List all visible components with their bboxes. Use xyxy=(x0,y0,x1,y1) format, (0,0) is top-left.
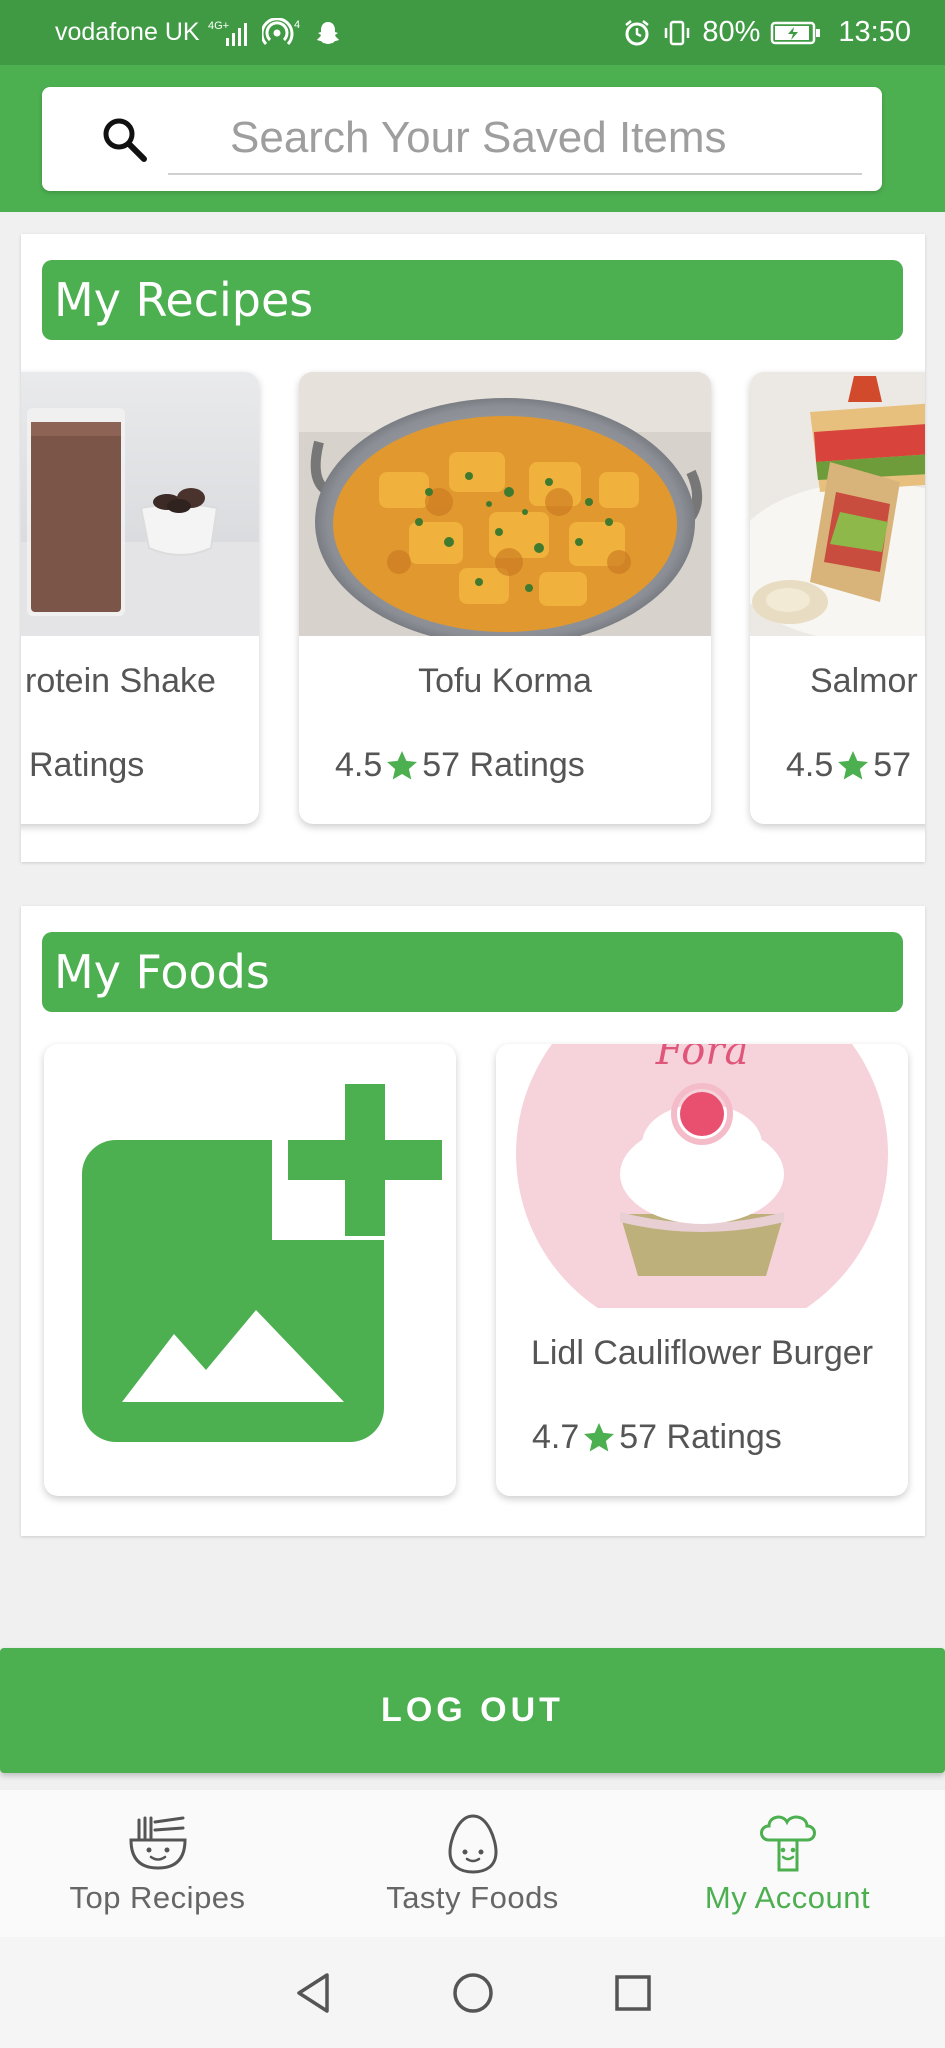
my-recipes-section: My Recipes rotein Shake Ratings Tofu Kor… xyxy=(21,234,925,862)
star-icon xyxy=(584,1422,615,1451)
recipe-name: rotein Shake xyxy=(25,662,216,700)
food-rating: 4.7 57 Ratings xyxy=(532,1418,782,1457)
vibrate-icon xyxy=(662,18,692,48)
back-icon[interactable] xyxy=(293,1971,333,2015)
nav-label: Top Recipes xyxy=(69,1880,246,1915)
rating-value: 4.5 xyxy=(786,746,834,784)
search-input[interactable] xyxy=(168,105,862,171)
battery-icon xyxy=(770,20,822,46)
recents-icon[interactable] xyxy=(613,1973,653,2013)
clock: 13:50 xyxy=(838,16,911,48)
rating-value: 4.7 xyxy=(532,1418,580,1456)
recipe-name: Tofu Korma xyxy=(418,662,592,700)
nav-label: My Account xyxy=(704,1880,871,1915)
recipe-image xyxy=(299,372,711,636)
star-icon xyxy=(838,750,869,779)
recipe-card-protein-shake[interactable]: rotein Shake Ratings xyxy=(21,372,259,824)
rating-count: 57 Ratings xyxy=(422,746,585,784)
food-image-text: Fora xyxy=(655,1044,749,1074)
rating-count: Ratings xyxy=(29,746,145,784)
recipe-rating: Ratings xyxy=(29,746,144,785)
recipe-card-tofu-korma[interactable]: Tofu Korma 4.5 57 Ratings xyxy=(299,372,711,824)
snapchat-icon xyxy=(314,19,342,47)
recipe-name: Salmor xyxy=(810,662,918,700)
system-navigation-bar xyxy=(0,1937,945,2048)
header xyxy=(0,65,945,212)
egg-face-icon xyxy=(447,1814,498,1874)
rating-count: 57 Ratings xyxy=(619,1418,782,1456)
battery-percent: 80% xyxy=(702,16,761,48)
svg-text:4: 4 xyxy=(294,19,300,31)
add-photo-icon[interactable] xyxy=(44,1044,456,1496)
search-bar[interactable] xyxy=(42,87,882,191)
status-bar: vodafone UK 4G+ 4 80% 13:50 xyxy=(0,0,945,65)
nav-label: Tasty Foods xyxy=(386,1880,559,1915)
hotspot-icon: 4 xyxy=(261,17,306,48)
nav-tasty-foods[interactable]: Tasty Foods xyxy=(315,1790,630,1937)
nav-my-account[interactable]: My Account xyxy=(630,1790,945,1937)
logout-button[interactable]: LOG OUT xyxy=(0,1648,945,1773)
rating-value: 4.5 xyxy=(335,746,383,784)
recipe-rating: 4.5 57 Ratings xyxy=(335,746,585,785)
recipe-card-salmon[interactable]: Salmor 4.5 57 xyxy=(750,372,925,824)
my-foods-section: My Foods Fora Lidl Cauliflower Burger 4.… xyxy=(21,906,925,1536)
search-underline xyxy=(168,173,862,175)
nav-top-recipes[interactable]: Top Recipes xyxy=(0,1790,315,1937)
signal-icon: 4G+ xyxy=(208,18,254,48)
my-foods-title: My Foods xyxy=(42,932,903,1012)
recipe-rating: 4.5 57 xyxy=(786,746,911,785)
broccoli-face-icon xyxy=(759,1815,816,1872)
carrier-label: vodafone UK xyxy=(55,18,200,46)
recipe-image xyxy=(750,372,925,636)
alarm-icon xyxy=(622,18,652,48)
recipe-image xyxy=(21,372,259,636)
bottom-navigation: Top Recipes Tasty Foods My Account xyxy=(0,1790,945,1937)
svg-text:4G+: 4G+ xyxy=(208,20,229,32)
rating-count: 57 xyxy=(873,746,912,784)
bowl-face-icon xyxy=(128,1816,187,1870)
home-icon[interactable] xyxy=(451,1971,495,2015)
food-image: Fora xyxy=(496,1044,908,1308)
star-icon xyxy=(387,750,418,779)
food-name: Lidl Cauliflower Burger xyxy=(530,1334,874,1372)
add-food-card[interactable] xyxy=(44,1044,456,1496)
my-recipes-title: My Recipes xyxy=(42,260,903,340)
search-icon[interactable] xyxy=(100,115,150,165)
food-card-lidl-cauliflower-burger[interactable]: Fora Lidl Cauliflower Burger 4.7 57 Rati… xyxy=(496,1044,908,1496)
